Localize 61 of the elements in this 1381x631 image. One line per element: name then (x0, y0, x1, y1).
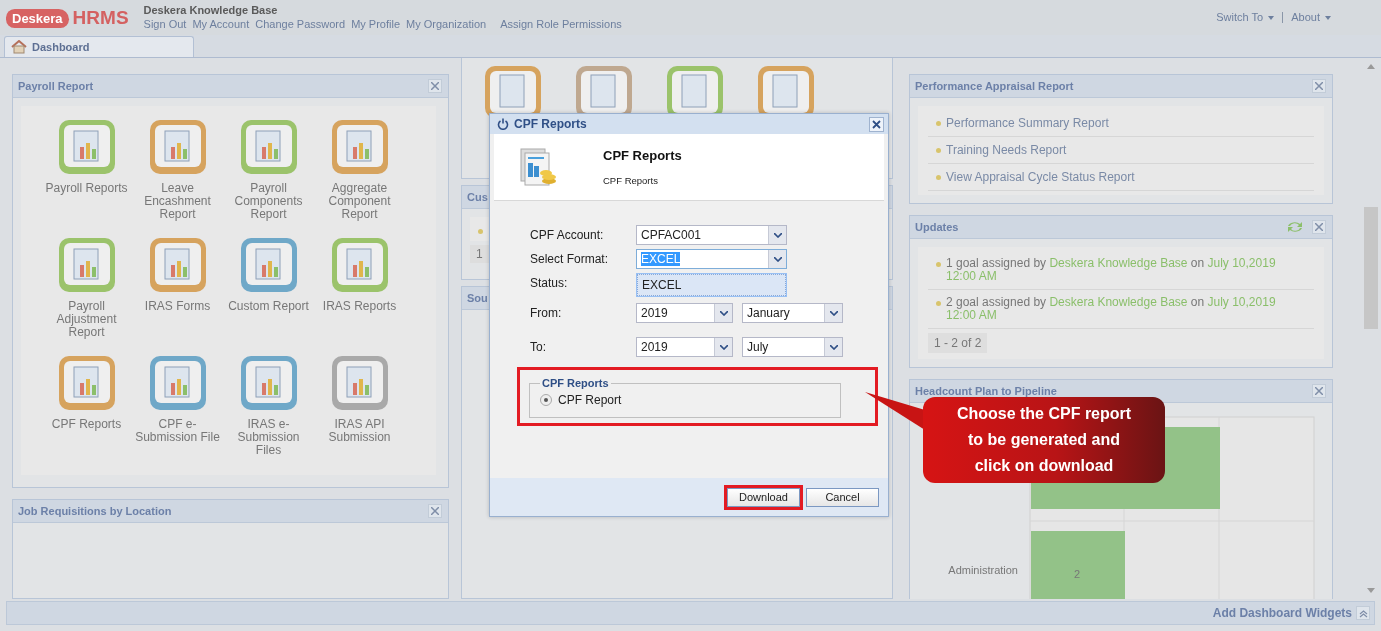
header-link[interactable]: Assign Role Permissions (500, 18, 622, 30)
field-label: Status: (530, 276, 569, 290)
panel-title: Payroll Report (18, 80, 95, 92)
header-link[interactable]: Change Password (255, 18, 346, 30)
report-label[interactable]: IRAS e-Submission Files (224, 418, 313, 457)
dialog-heading: CPF Reports (603, 148, 682, 163)
dialog-button[interactable]: Cancel (806, 487, 879, 507)
header-link[interactable]: My Account (192, 18, 250, 30)
report-label[interactable]: CPF e-Submission File (133, 418, 222, 444)
report-link[interactable]: View Appraisal Cycle Status Report (946, 170, 1135, 184)
panel-title: Job Requisitions by Location (18, 505, 173, 517)
header-link[interactable]: My Organization (406, 18, 487, 30)
account-combo[interactable]: CPFAC001 (636, 225, 787, 245)
group-legend: CPF Reports (542, 377, 609, 389)
dashboard-tab[interactable]: Dashboard (4, 36, 194, 57)
category-label: Administration (948, 564, 1018, 576)
panel-title: Cus (467, 191, 489, 203)
month-combo[interactable]: July (742, 337, 843, 357)
field-label: From: (530, 306, 563, 320)
panel-title: Updates (915, 221, 960, 233)
header-link[interactable]: Sign Out (143, 18, 187, 30)
panel-title: Sou (467, 292, 489, 304)
report-label[interactable]: IRAS Forms (133, 300, 222, 313)
report-label[interactable]: Aggregate Component Report (315, 182, 404, 221)
report-label[interactable]: CPF Reports (42, 418, 131, 431)
month-combo[interactable]: January (742, 303, 843, 323)
pager-text: 1 (470, 245, 489, 263)
field-label: To: (530, 340, 547, 354)
bar-value-label: 2 (1073, 568, 1081, 580)
update-text: 2 goal assigned by Deskera Knowledge Base on July 10,2019 12:00 AM (946, 296, 1277, 322)
dialog-button[interactable]: Download (727, 487, 800, 507)
field-label: CPF Account: (530, 228, 605, 242)
report-label[interactable]: Payroll Components Report (224, 182, 313, 221)
logo-product: HRMS (72, 7, 129, 29)
format-combo[interactable]: EXCEL (636, 249, 787, 269)
logo-brand: Deskera (6, 8, 69, 28)
year-combo[interactable]: 2019 (636, 303, 733, 323)
panel-title: Headcount Plan to Pipeline (915, 385, 1058, 397)
header-menu[interactable]: About (1291, 11, 1331, 23)
dialog-title: CPF Reports (514, 117, 588, 131)
report-label[interactable]: IRAS Reports (315, 300, 404, 313)
year-combo[interactable]: 2019 (636, 337, 733, 357)
report-label[interactable]: Payroll Reports (42, 182, 131, 195)
report-link[interactable]: Training Needs Report (946, 143, 1067, 157)
report-label[interactable]: Payroll Adjustment Report (42, 300, 131, 339)
dialog-subheading: CPF Reports (603, 175, 659, 186)
report-label[interactable]: IRAS API Submission (315, 418, 404, 444)
header-link[interactable]: My Profile (351, 18, 401, 30)
add-widgets-link[interactable]: Add Dashboard Widgets (1212, 606, 1352, 620)
panel-title: Performance Appraisal Report (915, 80, 1075, 92)
dropdown-option[interactable]: EXCEL (637, 274, 786, 296)
report-radio[interactable]: CPF Report (540, 393, 830, 407)
update-text: 1 goal assigned by Deskera Knowledge Base on July 10,2019 12:00 AM (946, 257, 1277, 283)
report-label[interactable]: Leave Encashment Report (133, 182, 222, 221)
header-menu[interactable]: Switch To (1216, 11, 1275, 23)
report-link[interactable]: Performance Summary Report (946, 116, 1109, 130)
report-label[interactable]: Custom Report (224, 300, 313, 313)
callout: Choose the CPF report to be generated and click on download (923, 397, 1165, 483)
pager-text: 1 - 2 of 2 (928, 333, 988, 353)
organization-name: Deskera Knowledge Base (143, 4, 279, 16)
field-label: Select Format: (530, 252, 610, 266)
